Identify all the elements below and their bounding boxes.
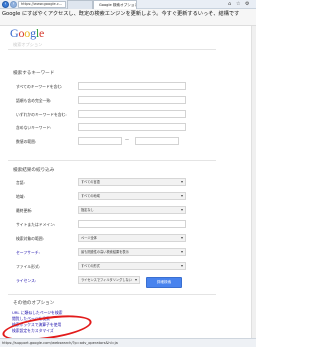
none-words-input[interactable] (78, 123, 186, 131)
any-words-label: いずれかのキーワードを含む: (16, 112, 67, 117)
language-select[interactable]: すべての言語 (78, 178, 186, 186)
all-words-input[interactable] (78, 82, 186, 90)
terms-appearing-label: 検索対象の範囲: (16, 236, 44, 241)
region-label: 地域: (16, 194, 25, 199)
region-select[interactable]: すべての地域 (78, 192, 186, 200)
site-domain-label: サイトまたはドメイン: (16, 222, 56, 227)
address-bar[interactable]: https://www.google.c... (18, 1, 66, 8)
file-type-select[interactable]: すべての形式 (78, 262, 186, 270)
chevron-down-icon (135, 279, 137, 281)
notice-text: Google にすばやくアクセスし、既定の検索エンジンを更新しよう。今すぐ更新す… (2, 11, 240, 17)
home-icon[interactable]: ⌂ (228, 1, 231, 7)
usage-rights-link[interactable]: ライセンス: (16, 278, 36, 284)
narrow-section-title: 検索結果の絞り込み (13, 168, 55, 173)
forward-button[interactable]: › (10, 1, 17, 8)
chevron-down-icon (181, 195, 183, 197)
region-value: すべての地域 (81, 194, 100, 198)
chevron-down-icon (181, 181, 183, 183)
other-options-title: その他のオプション (13, 301, 55, 306)
tab-search-options[interactable]: Google 検索オプション (93, 0, 137, 9)
number-range-from-input[interactable] (78, 137, 122, 145)
all-words-label: すべてのキーワードを含む: (16, 84, 63, 89)
tab-other[interactable] (67, 0, 93, 9)
language-value: すべての言語 (81, 180, 100, 184)
safesearch-select[interactable]: 最も関連性の高い検索結果を表示 (78, 248, 186, 256)
logo-letter-e: e (39, 26, 45, 40)
usage-rights-select[interactable]: ライセンスでフィルタリングしない (78, 276, 140, 284)
page-title: 検索オプション (13, 42, 43, 47)
section-divider (8, 160, 216, 161)
number-range-to-input[interactable] (135, 137, 179, 145)
terms-appearing-select[interactable]: ページ全体 (78, 234, 186, 242)
range-separator: — (125, 137, 129, 142)
file-type-value: すべての形式 (81, 264, 100, 268)
exact-phrase-input[interactable] (78, 96, 186, 104)
last-update-value: 指定なし (81, 208, 94, 212)
exact-phrase-label: 語順も含め完全一致: (16, 98, 52, 103)
chevron-down-icon (181, 251, 183, 253)
star-icon[interactable]: ☆ (236, 1, 240, 7)
usage-rights-value: ライセンスでフィルタリングしない (81, 278, 132, 282)
browser-titlebar: ‹ › https://www.google.c... Google 検索オプシ… (0, 0, 256, 9)
chevron-down-icon (181, 237, 183, 239)
gear-icon[interactable]: ⚙ (245, 1, 249, 7)
terms-appearing-value: ページ全体 (81, 236, 97, 240)
advanced-search-button[interactable]: 詳細検索 (146, 277, 182, 288)
default-search-notice: Google にすばやくアクセスし、既定の検索エンジンを更新しよう。今すぐ更新す… (0, 9, 256, 26)
language-label: 言語: (16, 180, 25, 185)
status-bar: https://support.google.com/websearch/?p=… (0, 338, 256, 347)
chevron-down-icon (181, 265, 183, 267)
customize-settings-link[interactable]: 検索設定をカスタマイズ (12, 328, 54, 334)
header-divider (8, 49, 216, 50)
chevron-down-icon (181, 209, 183, 211)
status-url: https://support.google.com/websearch/?p=… (2, 341, 118, 345)
safesearch-value: 最も関連性の高い検索結果を表示 (81, 250, 129, 254)
find-section-title: 検索するキーワード (13, 71, 55, 76)
last-update-select[interactable]: 指定なし (78, 206, 186, 214)
any-words-input[interactable] (78, 110, 186, 118)
last-update-label: 最終更新: (16, 208, 33, 213)
site-domain-input[interactable] (78, 220, 186, 228)
back-button[interactable]: ‹ (2, 1, 9, 8)
file-type-label: ファイル形式: (16, 264, 41, 269)
section-divider-2 (8, 294, 216, 295)
google-logo[interactable]: Google (10, 26, 44, 40)
none-words-label: 含めないキーワード: (16, 125, 52, 130)
safesearch-link[interactable]: セーフサーチ: (16, 250, 40, 256)
page-scrollbar[interactable] (251, 26, 256, 338)
number-range-label: 数値の範囲: (16, 139, 37, 144)
